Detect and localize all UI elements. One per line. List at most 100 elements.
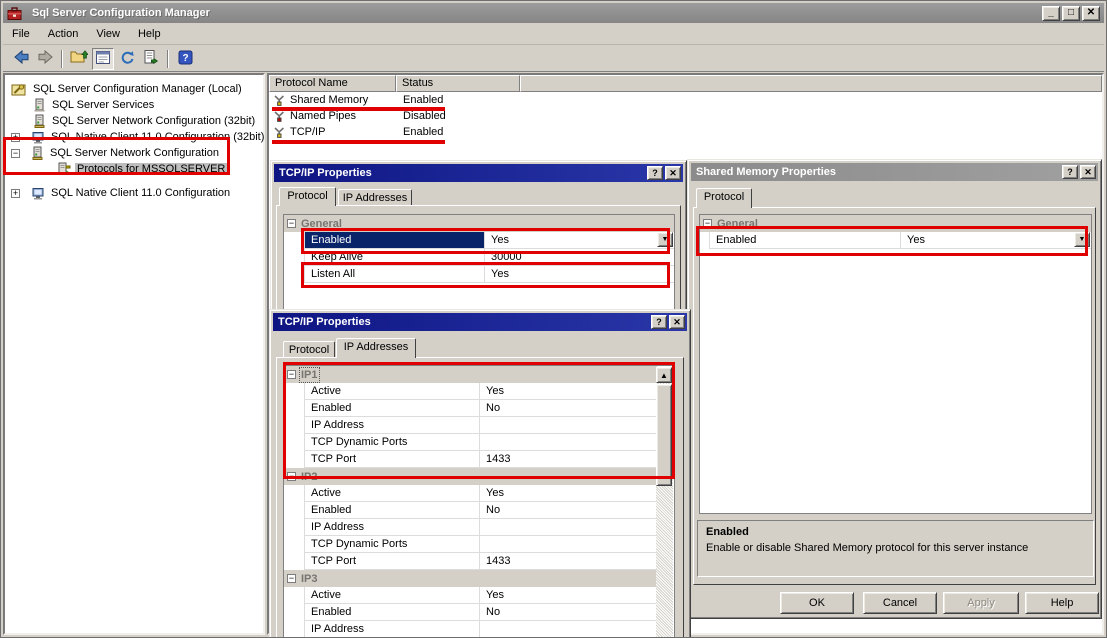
property-value[interactable] — [480, 519, 657, 535]
section-header-general: − General — [700, 215, 1091, 232]
protocol-row-shared-memory[interactable]: Shared Memory Enabled — [269, 92, 1102, 108]
export-list-button[interactable] — [140, 48, 162, 70]
property-label: TCP Port — [305, 553, 480, 569]
property-row-listen-all[interactable]: Listen All Yes — [305, 266, 674, 283]
tree-item-label[interactable]: SQL Server Configuration Manager (Local) — [31, 83, 244, 95]
tree-item-sql-native-client-11-0-configuration-32bit[interactable]: + SQL Native Client 11.0 Configuration (3… — [5, 129, 266, 145]
help-button[interactable]: Help — [1025, 592, 1099, 614]
property-row-enabled[interactable]: Enabled Yes ▼ — [305, 232, 674, 249]
help-icon[interactable]: ? — [651, 315, 667, 329]
tree-item-sql-native-client-11-0-configuration[interactable]: + SQL Native Client 11.0 Configuration — [5, 185, 263, 201]
help-icon[interactable]: ? — [647, 166, 663, 180]
property-value[interactable]: Yes — [480, 587, 657, 603]
menu-file[interactable]: File — [3, 25, 39, 43]
tab-protocol[interactable]: Protocol — [696, 188, 752, 208]
property-value[interactable]: 1433 — [480, 451, 657, 467]
dropdown-arrow-icon[interactable]: ▼ — [657, 232, 673, 247]
property-value[interactable]: Yes ▼ — [485, 232, 674, 248]
help-icon[interactable]: ? — [1062, 165, 1078, 179]
column-header-status[interactable]: Status — [396, 75, 520, 92]
tree-expander-icon[interactable]: + — [11, 132, 20, 142]
property-row-enabled[interactable]: Enabled No — [305, 604, 657, 621]
property-row-enabled[interactable]: Enabled No — [305, 502, 657, 519]
tree-item-label[interactable]: SQL Server Network Configuration (32bit) — [50, 115, 257, 127]
property-row-tcp-port[interactable]: TCP Port 1433 — [305, 451, 657, 468]
menu-action[interactable]: Action — [39, 25, 88, 43]
property-value[interactable]: No — [480, 400, 657, 416]
tree-item-label[interactable]: SQL Native Client 11.0 Configuration (32… — [49, 131, 266, 143]
property-value[interactable]: 30000 — [485, 249, 674, 265]
property-row-ip-address[interactable]: IP Address — [305, 417, 657, 434]
tree-item-sql-server-network-configuration[interactable]: − SQL Server Network Configuration — [5, 145, 263, 161]
maximize-button[interactable]: □ — [1062, 5, 1080, 21]
section-header-ip1[interactable]: − IP1 — [284, 366, 657, 383]
dropdown-arrow-icon[interactable]: ▼ — [1074, 232, 1090, 247]
tab-protocol[interactable]: Protocol — [279, 187, 336, 206]
property-row-enabled[interactable]: Enabled Yes ▼ — [710, 232, 1091, 249]
show-properties-button[interactable] — [92, 47, 114, 70]
collapse-icon[interactable]: − — [703, 219, 712, 228]
scrollbar-thumb[interactable] — [656, 384, 672, 486]
tree-item-sql-server-network-configuration-32bit[interactable]: SQL Server Network Configuration (32bit) — [5, 113, 263, 129]
property-row-active[interactable]: Active Yes — [305, 587, 657, 604]
tree-expander-icon[interactable]: + — [11, 188, 20, 198]
tab-ip-addresses[interactable]: IP Addresses — [338, 189, 412, 206]
property-row-enabled[interactable]: Enabled No — [305, 400, 657, 417]
collapse-icon[interactable]: − — [287, 370, 296, 379]
protocol-row-tcp-ip[interactable]: TCP/IP Enabled — [269, 124, 1102, 140]
collapse-icon[interactable]: − — [287, 472, 296, 481]
close-icon[interactable]: ✕ — [665, 166, 681, 180]
property-value[interactable] — [480, 536, 657, 552]
forward-button[interactable] — [34, 48, 56, 70]
close-icon[interactable]: ✕ — [669, 315, 685, 329]
property-value[interactable] — [480, 434, 657, 450]
column-header-protocol-name[interactable]: Protocol Name — [269, 75, 396, 92]
property-row-active[interactable]: Active Yes — [305, 383, 657, 400]
property-value[interactable]: No — [480, 502, 657, 518]
tree-item-sql-server-services[interactable]: SQL Server Services — [5, 97, 263, 113]
scroll-up-icon[interactable]: ▲ — [656, 367, 672, 383]
close-icon[interactable]: ✕ — [1080, 165, 1096, 179]
property-row-ip-address[interactable]: IP Address — [305, 519, 657, 536]
vertical-scrollbar[interactable]: ▲ — [656, 367, 673, 637]
property-value[interactable]: Yes — [480, 383, 657, 399]
tree-item-label[interactable]: SQL Server Services — [50, 99, 156, 111]
section-header-ip2[interactable]: − IP2 — [284, 468, 657, 485]
property-value[interactable] — [480, 417, 657, 433]
back-button[interactable] — [10, 48, 32, 70]
tree-item-label[interactable]: Protocols for MSSQLSERVER — [75, 163, 228, 175]
property-row-tcp-dynamic-ports[interactable]: TCP Dynamic Ports — [305, 434, 657, 451]
property-row-tcp-port[interactable]: TCP Port 1433 — [305, 553, 657, 570]
tab-ip-addresses[interactable]: IP Addresses — [336, 338, 416, 358]
property-value[interactable]: Yes ▼ — [901, 232, 1091, 248]
property-value[interactable]: 1433 — [480, 553, 657, 569]
menu-view[interactable]: View — [87, 25, 129, 43]
property-row-keep-alive[interactable]: Keep Alive 30000 — [305, 249, 674, 266]
protocol-row-named-pipes[interactable]: Named Pipes Disabled — [269, 108, 1102, 124]
collapse-icon[interactable]: − — [287, 574, 296, 583]
property-row-tcp-dynamic-ports[interactable]: TCP Dynamic Ports — [305, 536, 657, 553]
cancel-button[interactable]: Cancel — [863, 592, 937, 614]
tree-item-label[interactable]: SQL Native Client 11.0 Configuration — [49, 187, 232, 199]
collapse-icon[interactable]: − — [287, 219, 296, 228]
tree-item-label[interactable]: SQL Server Network Configuration — [48, 147, 221, 159]
help-button[interactable]: ? — [174, 48, 196, 70]
tree-item-sql-server-configuration-manager-local[interactable]: SQL Server Configuration Manager (Local) — [5, 81, 263, 97]
property-value[interactable]: Yes — [480, 485, 657, 501]
tree-expander-icon[interactable]: − — [11, 148, 20, 158]
property-row-ip-address[interactable]: IP Address — [305, 621, 657, 637]
property-value[interactable]: Yes — [485, 266, 674, 282]
dialog-title: Shared Memory Properties — [696, 166, 836, 178]
up-folder-button[interactable] — [68, 48, 90, 70]
property-value[interactable]: No — [480, 604, 657, 620]
refresh-button[interactable] — [116, 48, 138, 70]
ok-button[interactable]: OK — [780, 592, 854, 614]
tree-item-protocols-for-mssqlserver[interactable]: Protocols for MSSQLSERVER — [5, 161, 263, 177]
menu-help[interactable]: Help — [129, 25, 170, 43]
tab-protocol[interactable]: Protocol — [283, 341, 335, 358]
property-value[interactable] — [480, 621, 657, 637]
close-button[interactable]: ✕ — [1082, 5, 1100, 21]
section-header-ip3[interactable]: − IP3 — [284, 570, 657, 587]
property-row-active[interactable]: Active Yes — [305, 485, 657, 502]
minimize-button[interactable]: _ — [1042, 5, 1060, 21]
